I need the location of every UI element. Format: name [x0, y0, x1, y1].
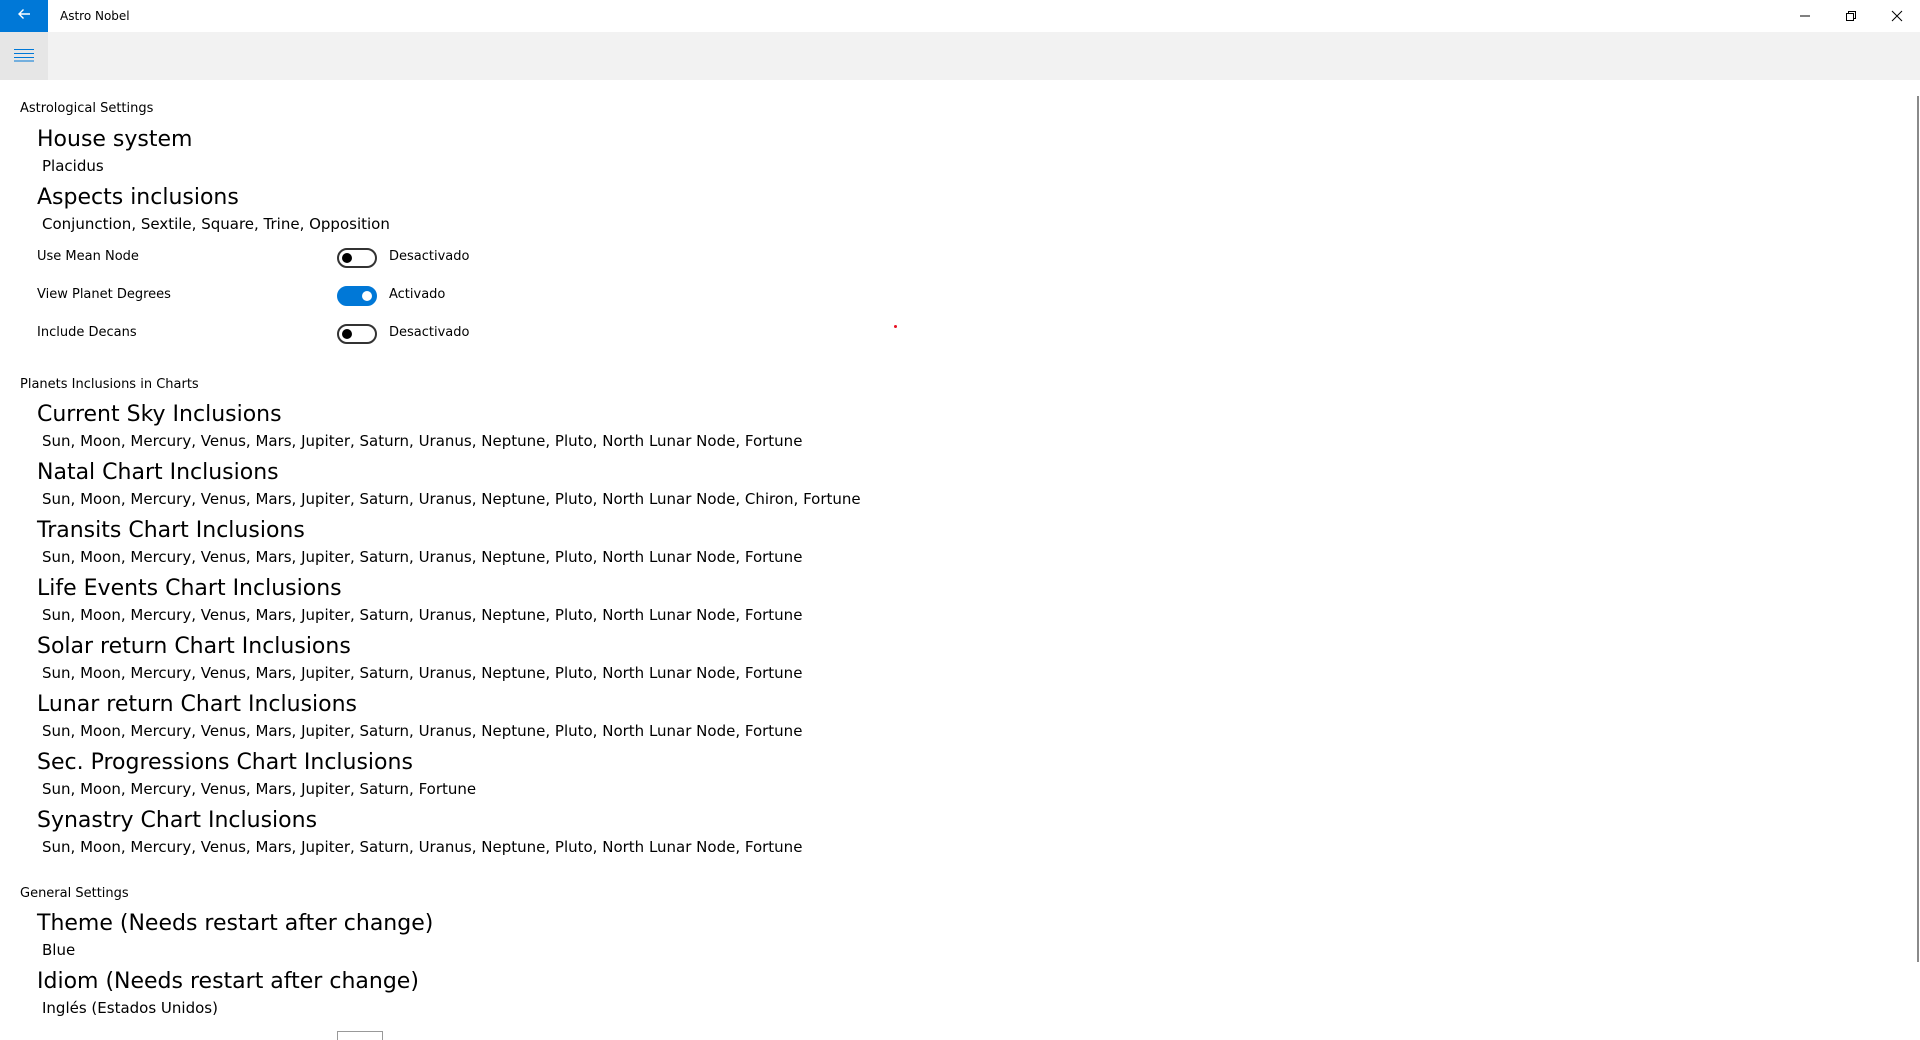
minimize-icon	[1799, 7, 1811, 26]
restore-icon	[1845, 7, 1857, 26]
sec-progressions-chart-inclusions-label[interactable]: Sec. Progressions Chart Inclusions	[37, 750, 413, 775]
aspects-inclusions-label[interactable]: Aspects inclusions	[37, 185, 239, 210]
back-arrow-icon	[16, 6, 32, 26]
include-decans-state: Desactivado	[389, 325, 470, 340]
natal-chart-inclusions-value[interactable]: Sun, Moon, Mercury, Venus, Mars, Jupiter…	[42, 490, 861, 508]
transits-chart-inclusions-value[interactable]: Sun, Moon, Mercury, Venus, Mars, Jupiter…	[42, 548, 802, 566]
life-events-chart-inclusions-value[interactable]: Sun, Moon, Mercury, Venus, Mars, Jupiter…	[42, 606, 802, 624]
app-title: Astro Nobel	[60, 9, 130, 23]
view-planet-degrees-toggle[interactable]	[337, 286, 377, 306]
command-bar	[0, 32, 1920, 80]
minimize-button[interactable]	[1782, 0, 1828, 32]
close-icon	[1891, 7, 1903, 26]
restore-button[interactable]	[1828, 0, 1874, 32]
view-planet-degrees-label: View Planet Degrees	[37, 287, 171, 302]
use-mean-node-toggle[interactable]	[337, 248, 377, 268]
title-bar: Astro Nobel	[0, 0, 1920, 32]
idiom-label[interactable]: Idiom (Needs restart after change)	[37, 969, 419, 994]
idiom-value[interactable]: Inglés (Estados Unidos)	[42, 999, 218, 1017]
planets-inclusions-title: Planets Inclusions in Charts	[20, 377, 199, 392]
synastry-chart-inclusions-value[interactable]: Sun, Moon, Mercury, Venus, Mars, Jupiter…	[42, 838, 802, 856]
natal-chart-inclusions-label[interactable]: Natal Chart Inclusions	[37, 460, 279, 485]
lunar-return-chart-inclusions-label[interactable]: Lunar return Chart Inclusions	[37, 692, 357, 717]
red-indicator-dot	[894, 325, 897, 328]
partially-visible-control[interactable]	[337, 1031, 383, 1040]
hamburger-menu-button[interactable]	[0, 32, 48, 80]
view-planet-degrees-state: Activado	[389, 287, 446, 302]
toggle-knob	[342, 329, 352, 339]
toggle-knob	[362, 291, 372, 301]
close-button[interactable]	[1874, 0, 1920, 32]
astrological-settings-title: Astrological Settings	[20, 101, 154, 116]
scrollbar-thumb[interactable]	[1917, 96, 1919, 962]
aspects-inclusions-value[interactable]: Conjunction, Sextile, Square, Trine, Opp…	[42, 215, 390, 233]
sec-progressions-chart-inclusions-value[interactable]: Sun, Moon, Mercury, Venus, Mars, Jupiter…	[42, 780, 476, 798]
use-mean-node-label: Use Mean Node	[37, 249, 139, 264]
toggle-knob	[342, 253, 352, 263]
life-events-chart-inclusions-label[interactable]: Life Events Chart Inclusions	[37, 576, 342, 601]
current-sky-inclusions-value[interactable]: Sun, Moon, Mercury, Venus, Mars, Jupiter…	[42, 432, 802, 450]
include-decans-toggle[interactable]	[337, 324, 377, 344]
settings-page: Astrological Settings House system Placi…	[0, 80, 1912, 1040]
vertical-scrollbar[interactable]	[1912, 80, 1920, 1040]
synastry-chart-inclusions-label[interactable]: Synastry Chart Inclusions	[37, 808, 317, 833]
house-system-value[interactable]: Placidus	[42, 157, 104, 175]
back-button[interactable]	[0, 0, 48, 32]
house-system-label[interactable]: House system	[37, 127, 192, 152]
transits-chart-inclusions-label[interactable]: Transits Chart Inclusions	[37, 518, 305, 543]
current-sky-inclusions-label[interactable]: Current Sky Inclusions	[37, 402, 282, 427]
general-settings-title: General Settings	[20, 886, 129, 901]
use-mean-node-state: Desactivado	[389, 249, 470, 264]
solar-return-chart-inclusions-label[interactable]: Solar return Chart Inclusions	[37, 634, 351, 659]
theme-value[interactable]: Blue	[42, 941, 75, 959]
lunar-return-chart-inclusions-value[interactable]: Sun, Moon, Mercury, Venus, Mars, Jupiter…	[42, 722, 802, 740]
hamburger-menu-icon	[14, 47, 34, 66]
include-decans-label: Include Decans	[37, 325, 137, 340]
solar-return-chart-inclusions-value[interactable]: Sun, Moon, Mercury, Venus, Mars, Jupiter…	[42, 664, 802, 682]
theme-label[interactable]: Theme (Needs restart after change)	[37, 911, 433, 936]
